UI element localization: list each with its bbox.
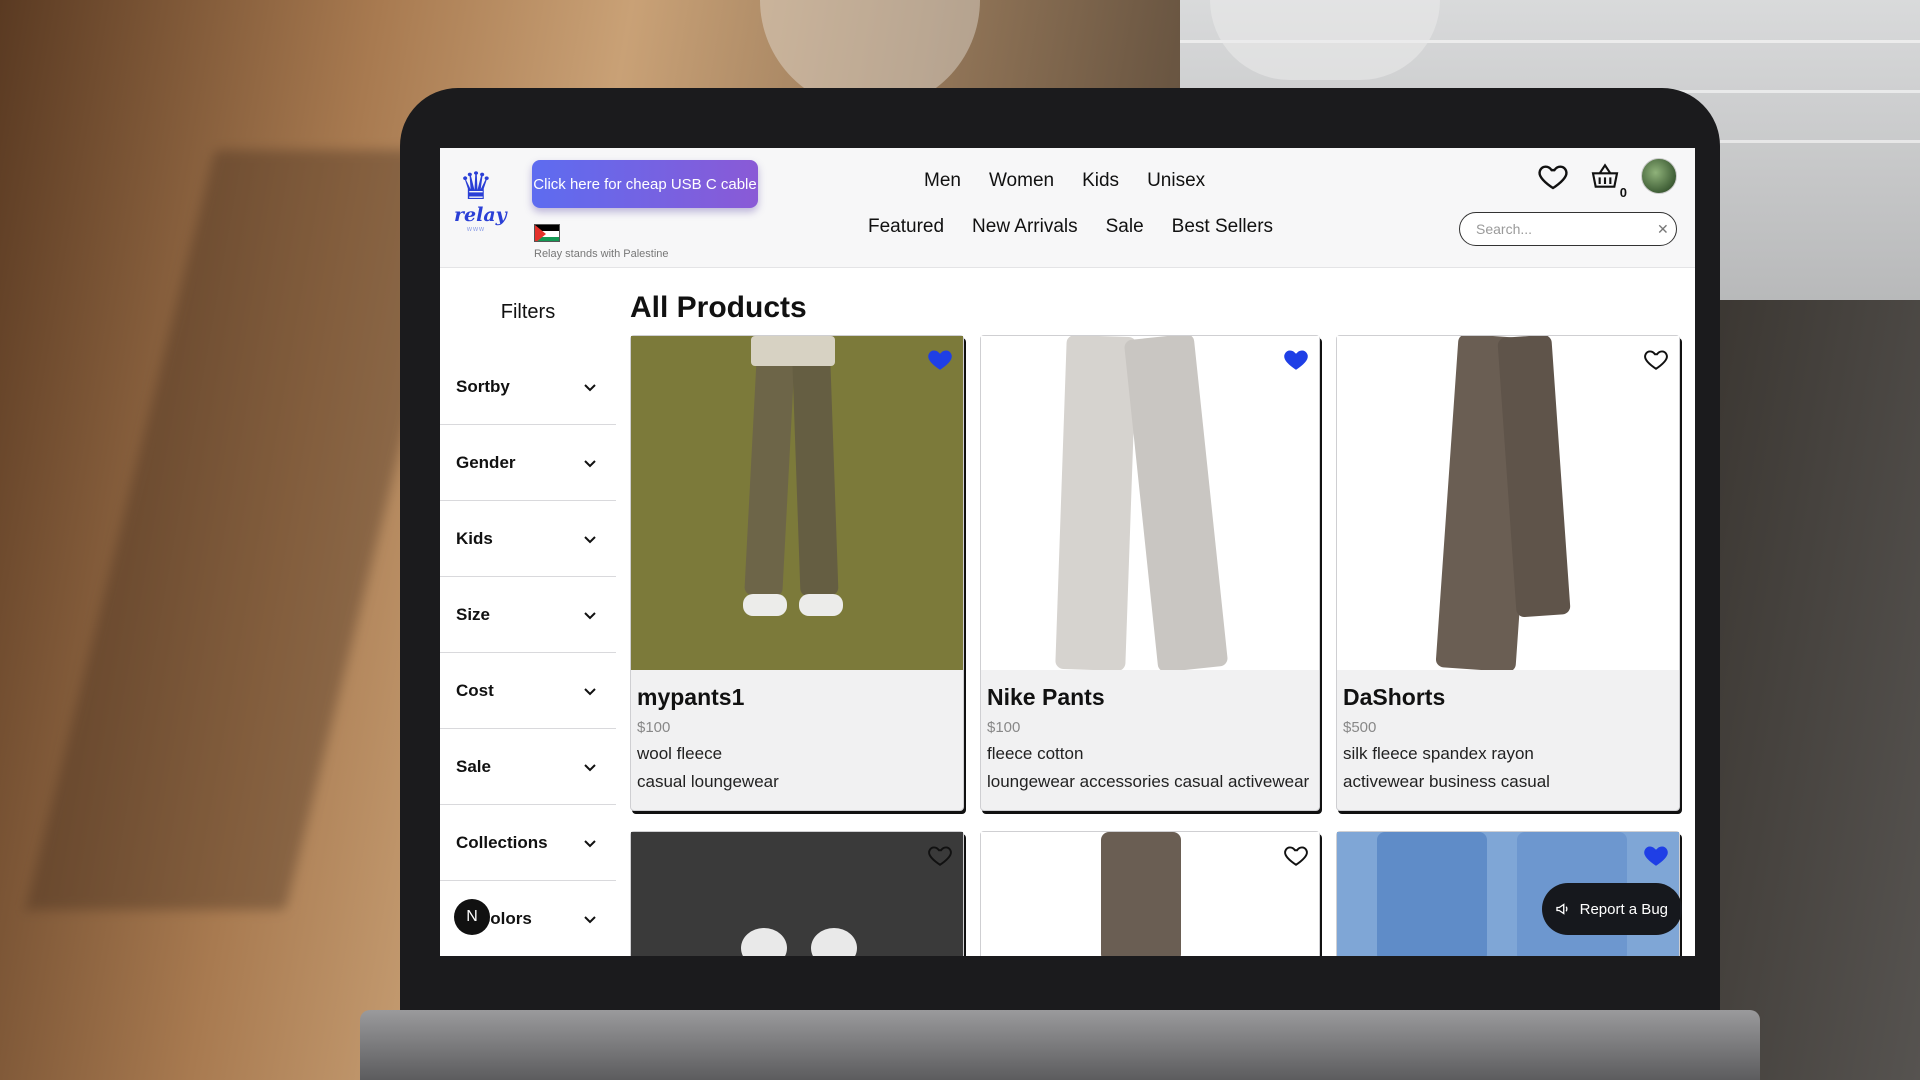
product-price: $100 [637, 719, 671, 736]
promo-usb-cable-button[interactable]: Click here for cheap USB C cable [532, 160, 758, 208]
chevron-down-icon [584, 459, 596, 467]
product-info: Nike Pants $100 fleece cotton loungewear… [981, 670, 1319, 810]
filters-title: Filters [500, 301, 556, 323]
filter-label: Gender [456, 452, 516, 472]
favorite-heart-icon[interactable] [1283, 842, 1309, 868]
favorite-heart-icon[interactable] [927, 842, 953, 868]
nav-link-sale[interactable]: Sale [1106, 216, 1144, 238]
n-badge[interactable]: N [454, 899, 490, 935]
report-bug-button[interactable]: Report a Bug [1541, 883, 1682, 935]
nav-link-kids[interactable]: Kids [1082, 170, 1119, 192]
chevron-down-icon [584, 915, 596, 923]
filter-label: Collections [456, 832, 548, 852]
chevron-down-icon [584, 687, 596, 695]
browser-screen: ♛ relay www Click here for cheap USB C c… [440, 148, 1695, 956]
nav-link-best-sellers[interactable]: Best Sellers [1172, 216, 1273, 238]
product-card[interactable]: DaShorts $500 silk fleece spandex rayon … [1336, 335, 1680, 811]
product-tags: activewear business casual [1343, 772, 1550, 791]
user-avatar[interactable] [1641, 158, 1677, 194]
wishlist-heart-icon[interactable] [1537, 160, 1569, 192]
product-card[interactable] [630, 831, 964, 956]
megaphone-icon [1555, 903, 1568, 915]
product-card[interactable]: Nike Pants $100 fleece cotton loungewear… [980, 335, 1320, 811]
header-actions: 0 [1537, 158, 1677, 200]
product-image [981, 336, 1319, 670]
filter-label: Size [456, 604, 491, 624]
favorite-heart-icon[interactable] [1643, 842, 1669, 868]
clear-search-icon[interactable]: ✕ [1657, 221, 1669, 238]
filter-label: Cost [456, 680, 494, 700]
product-card[interactable] [980, 831, 1320, 956]
site-header: ♛ relay www Click here for cheap USB C c… [440, 148, 1695, 268]
filter-gender[interactable]: Gender [440, 425, 616, 501]
report-bug-label: Report a Bug [1579, 900, 1668, 918]
product-card[interactable]: mypants1 $100 wool fleece casual loungew… [630, 335, 964, 811]
filter-label: Kids [456, 528, 493, 548]
filter-collections[interactable]: Collections [440, 805, 616, 881]
chevron-down-icon [584, 611, 596, 619]
nav-link-men[interactable]: Men [924, 170, 961, 192]
favorite-heart-icon[interactable] [1283, 346, 1309, 372]
logo-subtext: www [466, 226, 486, 233]
flag-caption: Relay stands with Palestine [534, 248, 669, 260]
product-name: mypants1 [637, 684, 745, 710]
filter-cost[interactable]: Cost [440, 653, 616, 729]
filter-list: Sortby Gender Kids Size Cost Sale Collec… [440, 349, 616, 956]
cart-count: 0 [1619, 185, 1627, 200]
product-image [631, 336, 963, 670]
nav-link-unisex[interactable]: Unisex [1147, 170, 1205, 192]
nav-link-featured[interactable]: Featured [868, 216, 944, 238]
chevron-down-icon [584, 839, 596, 847]
products-main: All Products mypants1 $100 wool fleece c… [630, 269, 1690, 956]
nav-secondary: Featured New Arrivals Sale Best Sellers [868, 216, 1273, 238]
product-price: $100 [987, 719, 1021, 736]
chevron-down-icon [584, 763, 596, 771]
product-grid: mypants1 $100 wool fleece casual loungew… [630, 335, 1680, 956]
search-bar: ✕ [1459, 212, 1677, 246]
product-image [631, 832, 963, 956]
product-tags: loungewear accessories casual activewear [987, 772, 1310, 791]
logo-text: relay [454, 204, 507, 226]
filter-sale[interactable]: Sale [440, 729, 616, 805]
nav-link-women[interactable]: Women [989, 170, 1054, 192]
product-materials: wool fleece [637, 744, 723, 763]
filter-label: Sale [456, 756, 491, 776]
product-image [981, 832, 1319, 956]
filter-label: Sortby [456, 376, 510, 396]
favorite-heart-icon[interactable] [1643, 346, 1669, 372]
product-tags: casual loungewear [637, 772, 779, 791]
nav-primary: Men Women Kids Unisex [924, 170, 1205, 192]
product-info: mypants1 $100 wool fleece casual loungew… [631, 670, 963, 810]
cart-basket-icon[interactable]: 0 [1589, 160, 1627, 200]
filters-sidebar: Filters Sortby Gender Kids Size Cost Sal… [440, 269, 616, 956]
product-info: DaShorts $500 silk fleece spandex rayon … [1337, 670, 1679, 810]
product-name: DaShorts [1343, 684, 1446, 710]
chevron-down-icon [584, 535, 596, 543]
filter-kids[interactable]: Kids [440, 501, 616, 577]
laptop-keyboard-deck [360, 1010, 1760, 1080]
crown-icon: ♛ [458, 164, 494, 208]
favorite-heart-icon[interactable] [927, 346, 953, 372]
product-image [1337, 336, 1679, 670]
filter-size[interactable]: Size [440, 577, 616, 653]
relay-logo[interactable]: ♛ relay www [454, 164, 507, 233]
product-materials: fleece cotton [987, 744, 1084, 763]
chevron-down-icon [584, 383, 596, 391]
product-name: Nike Pants [987, 684, 1105, 710]
filter-sortby[interactable]: Sortby [440, 349, 616, 425]
product-price: $500 [1343, 719, 1377, 736]
product-materials: silk fleece spandex rayon [1343, 744, 1534, 763]
search-input[interactable] [1476, 221, 1657, 237]
nav-link-new-arrivals[interactable]: New Arrivals [972, 216, 1078, 238]
palestine-flag-icon [534, 224, 560, 242]
page-title: All Products [630, 291, 807, 324]
